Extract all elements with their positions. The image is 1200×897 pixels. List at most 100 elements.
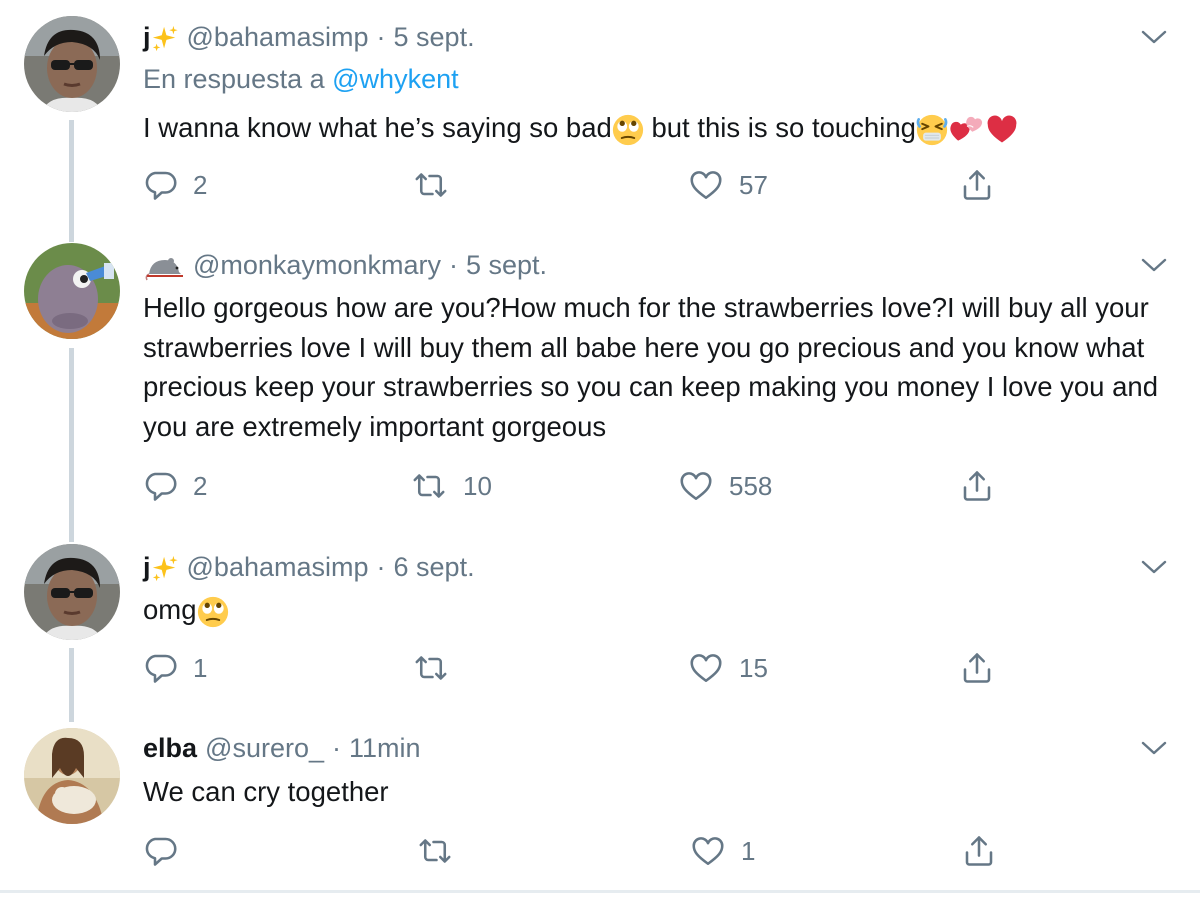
- reply-count: 2: [193, 470, 208, 501]
- retweet-button[interactable]: 10: [409, 466, 492, 506]
- like-count: 558: [729, 470, 773, 501]
- two-hearts-emoji-icon: [948, 114, 986, 146]
- crying-emoji-icon: [916, 114, 948, 146]
- eye-roll-emoji-icon: [612, 114, 644, 146]
- retweet-button[interactable]: [411, 648, 465, 688]
- timestamp[interactable]: 5 sept.: [466, 250, 547, 281]
- share-icon: [959, 468, 995, 504]
- avatar[interactable]: [24, 544, 120, 640]
- share-button[interactable]: [959, 648, 995, 688]
- eye-roll-emoji-icon: [197, 596, 229, 628]
- separator-dot: ·: [376, 552, 386, 582]
- tweet-header: j @bahamasimp · 6 sept.: [143, 552, 475, 583]
- tweet-text-part: omg: [143, 594, 197, 625]
- reply-button[interactable]: 1: [143, 648, 207, 688]
- sparkles-emoji-icon: [151, 25, 179, 53]
- user-handle[interactable]: @monkaymonkmary: [193, 250, 441, 281]
- tweet-text-part: but this is so touching: [643, 112, 916, 143]
- retweet-button[interactable]: [411, 165, 465, 205]
- separator-dot: ·: [448, 250, 458, 281]
- user-handle[interactable]: @bahamasimp: [187, 552, 369, 583]
- timeline-divider: [0, 890, 1200, 893]
- timestamp[interactable]: 11min: [349, 733, 421, 764]
- tweet[interactable]: j @bahamasimp · 6 sept. omg 1 15: [0, 530, 1200, 722]
- retweet-icon: [409, 468, 449, 504]
- tweet-actions: 2 10 558: [143, 466, 1003, 506]
- separator-dot: ·: [332, 733, 341, 763]
- heart-icon: [689, 833, 727, 869]
- share-icon: [959, 650, 995, 686]
- retweet-count: 10: [463, 470, 492, 501]
- reply-count: 1: [193, 652, 208, 683]
- reply-icon: [143, 167, 179, 203]
- user-handle[interactable]: @surero_: [205, 733, 324, 764]
- chevron-down-icon[interactable]: [1139, 27, 1169, 47]
- display-name[interactable]: [143, 250, 185, 282]
- chevron-down-icon[interactable]: [1139, 255, 1169, 275]
- like-button[interactable]: 1: [689, 831, 755, 871]
- like-count: 57: [739, 169, 768, 200]
- thread-line: [69, 348, 74, 530]
- reply-context: En respuesta a @whykent: [143, 64, 459, 95]
- like-count: 15: [739, 652, 768, 683]
- tweet-text: omg: [143, 590, 1173, 630]
- separator-dot: ·: [376, 22, 386, 52]
- tweet-header: j @bahamasimp · 5 sept.: [143, 22, 475, 53]
- red-heart-emoji-icon: [986, 114, 1018, 146]
- reply-icon: [143, 833, 179, 869]
- like-count: 1: [741, 835, 756, 866]
- tweet-actions: 1 15: [143, 648, 1003, 688]
- reply-count: 2: [193, 169, 208, 200]
- tweet-text: I wanna know what he’s saying so bad but…: [143, 108, 1173, 148]
- chevron-down-icon[interactable]: [1139, 738, 1169, 758]
- tweet-actions: 2 57: [143, 165, 1003, 205]
- share-button[interactable]: [959, 165, 995, 205]
- display-name[interactable]: j: [143, 22, 179, 53]
- user-handle[interactable]: @bahamasimp: [187, 22, 369, 53]
- tweet[interactable]: elba @surero_ · 11min We can cry togethe…: [0, 722, 1200, 890]
- tweet-text: Hello gorgeous how are you?How much for …: [143, 292, 1158, 442]
- tweet-header: elba @surero_ · 11min: [143, 733, 421, 764]
- retweet-icon: [415, 833, 455, 869]
- tweet-header: @monkaymonkmary · 5 sept.: [143, 250, 547, 282]
- heart-icon: [687, 167, 725, 203]
- thread-line: [69, 648, 74, 722]
- like-button[interactable]: 15: [687, 648, 768, 688]
- tweet-actions: 1: [143, 831, 1003, 871]
- timestamp[interactable]: 6 sept.: [394, 552, 475, 583]
- chevron-down-icon[interactable]: [1139, 557, 1169, 577]
- retweet-icon: [411, 167, 451, 203]
- reply-prefix: En respuesta a: [143, 64, 325, 94]
- avatar[interactable]: [24, 728, 120, 824]
- sparkles-emoji-icon: [151, 555, 179, 583]
- share-icon: [959, 167, 995, 203]
- reply-mention-link[interactable]: @whykent: [332, 64, 458, 94]
- retweet-button[interactable]: [415, 831, 469, 871]
- share-icon: [961, 833, 997, 869]
- share-button[interactable]: [959, 466, 995, 506]
- tweet[interactable]: j @bahamasimp · 5 sept. En respuesta a @…: [0, 0, 1200, 230]
- display-name[interactable]: elba: [143, 733, 197, 764]
- reply-button[interactable]: [143, 831, 193, 871]
- reply-button[interactable]: 2: [143, 466, 207, 506]
- rat-emoji-icon: [145, 257, 183, 281]
- retweet-icon: [411, 650, 451, 686]
- reply-icon: [143, 650, 179, 686]
- thread-line: [69, 120, 74, 230]
- reply-icon: [143, 468, 179, 504]
- heart-icon: [687, 650, 725, 686]
- heart-icon: [677, 468, 715, 504]
- display-name[interactable]: j: [143, 552, 179, 583]
- tweet-text-part: I wanna know what he’s saying so bad: [143, 112, 612, 143]
- tweet-text: We can cry together: [143, 776, 389, 807]
- avatar[interactable]: [24, 16, 120, 112]
- share-button[interactable]: [961, 831, 997, 871]
- like-button[interactable]: 57: [687, 165, 768, 205]
- thread-line: [69, 530, 74, 542]
- tweet[interactable]: @monkaymonkmary · 5 sept. Hello gorgeous…: [0, 230, 1200, 530]
- reply-button[interactable]: 2: [143, 165, 207, 205]
- thread-line: [69, 230, 74, 242]
- timestamp[interactable]: 5 sept.: [394, 22, 475, 53]
- like-button[interactable]: 558: [677, 466, 772, 506]
- avatar[interactable]: [24, 243, 120, 339]
